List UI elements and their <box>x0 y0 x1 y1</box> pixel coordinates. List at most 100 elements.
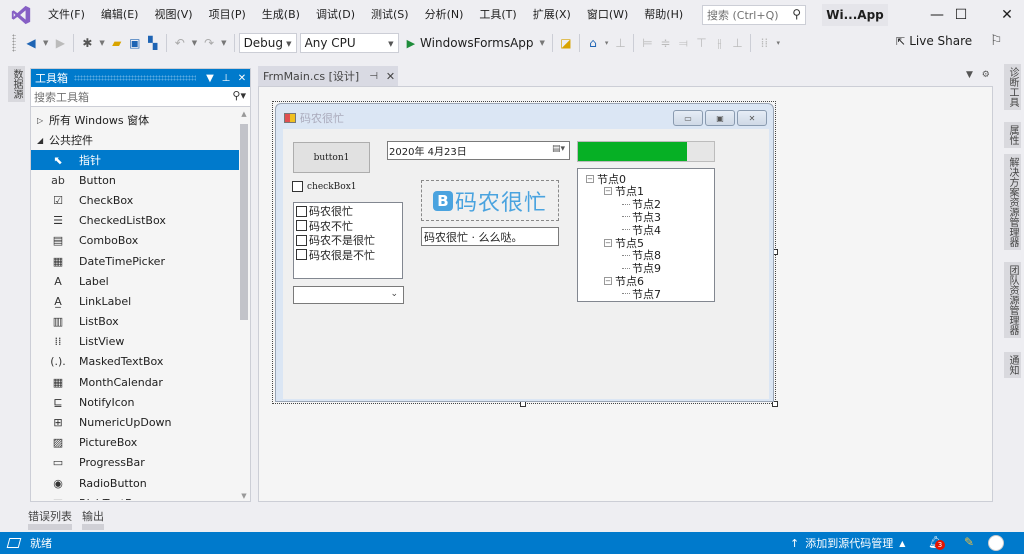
pin-icon[interactable]: ⊥ <box>218 73 234 84</box>
tree-view[interactable]: − 节点0− 节点1 节点2 节点3 节点4− 节点5 节点8 节点9− 节点6 节点7 <box>577 168 715 302</box>
menu-item[interactable]: 窗口(W) <box>579 0 636 30</box>
toolbox-item-radiobutton[interactable]: ◉ RadioButton <box>31 473 239 493</box>
toolbox-item-notifyicon[interactable]: ⊑ NotifyIcon <box>31 392 239 412</box>
menu-item[interactable]: 扩展(X) <box>525 0 579 30</box>
undo-dropdown-icon[interactable]: ▼ <box>192 39 197 47</box>
new-project-icon[interactable]: ✱ <box>78 34 96 52</box>
menu-item[interactable]: 项目(P) <box>201 0 254 30</box>
form-minimize-button[interactable]: ▭ <box>673 110 703 126</box>
checked-list-box[interactable]: 码农很忙 码农不忙 码农不是很忙 码农很是不忙 <box>293 202 403 279</box>
align-top-icon[interactable]: ⊤ <box>692 34 710 52</box>
menu-item[interactable]: 分析(N) <box>417 0 472 30</box>
undo-icon[interactable]: ↶ <box>171 34 189 52</box>
live-share-button[interactable]: ⇱ Live Share <box>896 34 972 48</box>
toolbox-item-listview[interactable]: ⁞⁞ ListView <box>31 332 239 352</box>
menu-item[interactable]: 工具(T) <box>471 0 524 30</box>
group-all-windows-forms[interactable]: ▷ 所有 Windows 窗体 <box>31 110 239 130</box>
back-icon[interactable]: ◀ <box>22 34 40 52</box>
align-right-icon[interactable]: ⫤ <box>674 34 692 52</box>
toolbox-item-combobox[interactable]: ▤ ComboBox <box>31 231 239 251</box>
new-dropdown-icon[interactable]: ▼ <box>99 39 104 47</box>
toolbox-item-numericupdown[interactable]: ⊞ NumericUpDown <box>31 412 239 432</box>
scroll-up-icon[interactable]: ▲ <box>238 110 250 118</box>
toolbox-item-linklabel[interactable]: A̲ LinkLabel <box>31 291 239 311</box>
toolbox-item-maskedtextbox[interactable]: (.). MaskedTextBox <box>31 352 239 372</box>
form-window[interactable]: 码农很忙 ▭ ▣ ✕ button1 checkBox1 码农很忙 码农不忙 码农不… <box>275 103 774 402</box>
search-icon[interactable]: ⚲▾ <box>232 89 246 102</box>
panel-menu-icon[interactable]: ▼ <box>202 73 218 84</box>
checked-list-item[interactable]: 码农很是不忙 <box>296 248 400 263</box>
close-button[interactable]: ✕ <box>984 0 1024 30</box>
spacing-icon[interactable]: ⁞⁞ <box>755 34 773 52</box>
menu-item[interactable]: 文件(F) <box>40 0 93 30</box>
save-icon[interactable]: ▣ <box>126 34 144 52</box>
find-in-files-icon[interactable]: ◪ <box>557 34 575 52</box>
toolbox-item-picturebox[interactable]: ▨ PictureBox <box>31 433 239 453</box>
tab-list-dropdown-icon[interactable]: ▼ <box>966 70 973 80</box>
toolbar-overflow-icon[interactable]: ▾ <box>776 39 780 47</box>
combo-box[interactable]: ⌄ <box>293 286 404 304</box>
maximize-button[interactable]: ☐ <box>938 0 984 30</box>
toolbox-item-checkbox[interactable]: ☑ CheckBox <box>31 190 239 210</box>
save-all-icon[interactable]: ▚ <box>144 34 162 52</box>
button1[interactable]: button1 <box>293 142 370 173</box>
form-maximize-button[interactable]: ▣ <box>705 110 735 126</box>
toolbox-item-label[interactable]: A Label <box>31 271 239 291</box>
tree-node[interactable]: 节点7 <box>622 287 661 301</box>
settings-gear-icon[interactable]: ⚙ <box>982 70 990 80</box>
date-time-picker[interactable]: 2020年 4月23日 ▤▾ <box>387 141 570 160</box>
tab-error-list[interactable]: 错误列表 <box>28 508 72 530</box>
align-grid-icon[interactable]: ⊥ <box>611 34 629 52</box>
avatar[interactable] <box>988 535 1004 551</box>
close-tab-icon[interactable]: ✕ <box>386 70 395 83</box>
collapse-node-icon[interactable]: − <box>604 276 612 285</box>
toolbox-item-listbox[interactable]: ▥ ListBox <box>31 312 239 332</box>
toolbox-item-datetimepicker[interactable]: ▦ DateTimePicker <box>31 251 239 271</box>
align-center-icon[interactable]: ≑ <box>656 34 674 52</box>
tab-output[interactable]: 输出 <box>82 508 104 530</box>
forward-icon[interactable]: ▶ <box>51 34 69 52</box>
collapse-node-icon[interactable]: − <box>604 187 612 196</box>
vtab-right[interactable]: 通知 <box>1004 352 1021 378</box>
tab-frmmain-design[interactable]: FrmMain.cs [设计] ⊣ ✕ <box>258 66 398 86</box>
toolbox-item-richtextbox[interactable]: ▤ RichTextBox <box>31 493 239 500</box>
align-bottom-icon[interactable]: ⊥ <box>728 34 746 52</box>
redo-icon[interactable]: ↷ <box>200 34 218 52</box>
align-left-icon[interactable]: ⊨ <box>638 34 656 52</box>
designer-icon[interactable]: ⌂ <box>584 34 602 52</box>
checked-list-item[interactable]: 码农不是很忙 <box>296 233 400 248</box>
drag-handle[interactable] <box>74 75 196 81</box>
platform-select[interactable]: Any CPU ▼ <box>299 33 399 53</box>
checked-list-item[interactable]: 码农不忙 <box>296 219 400 234</box>
designer-dropdown-icon[interactable]: ▾ <box>605 39 609 47</box>
menu-item[interactable]: 调试(D) <box>308 0 363 30</box>
checked-list-item[interactable]: 码农很忙 <box>296 204 400 219</box>
menu-item[interactable]: 帮助(H) <box>636 0 691 30</box>
menu-item[interactable]: 编辑(E) <box>93 0 147 30</box>
align-middle-icon[interactable]: ⫲ <box>710 34 728 52</box>
back-dropdown-icon[interactable]: ▼ <box>43 39 48 47</box>
redo-dropdown-icon[interactable]: ▼ <box>221 39 226 47</box>
calendar-dropdown-icon[interactable]: ▤▾ <box>552 144 565 154</box>
open-folder-icon[interactable]: ▰ <box>108 34 126 52</box>
group-common-controls[interactable]: ◢ 公共控件 <box>31 130 239 150</box>
text-box[interactable]: 码农很忙 · 么么哒。 <box>421 227 559 246</box>
checkbox1[interactable]: checkBox1 <box>292 181 357 192</box>
vtab-right[interactable]: 团队资源管理器 <box>1004 262 1021 338</box>
menu-item[interactable]: 生成(B) <box>254 0 308 30</box>
vtab-right[interactable]: 诊断工具 <box>1004 64 1021 110</box>
toolbox-scrollbar[interactable]: ▲ ▼ <box>238 110 250 500</box>
collapse-node-icon[interactable]: − <box>586 174 594 183</box>
collapse-node-icon[interactable]: − <box>604 238 612 247</box>
close-icon[interactable]: ✕ <box>234 73 250 84</box>
toolbox-item-monthcalendar[interactable]: ▦ MonthCalendar <box>31 372 239 392</box>
chevron-down-icon[interactable]: ▼ <box>540 39 545 47</box>
scroll-down-icon[interactable]: ▼ <box>238 492 250 500</box>
feedback-icon[interactable]: ⚐ <box>990 33 1003 49</box>
form-close-button[interactable]: ✕ <box>737 110 767 126</box>
global-search-input[interactable]: 搜索 (Ctrl+Q) ⚲ <box>702 5 806 25</box>
toolbox-search-input[interactable]: 搜索工具箱 ⚲▾ <box>31 87 250 107</box>
toolbox-item--[interactable]: ⬉ 指针 <box>31 150 239 171</box>
configuration-select[interactable]: Debug ▼ <box>238 33 297 53</box>
chevron-down-icon[interactable]: ⌄ <box>390 289 398 299</box>
